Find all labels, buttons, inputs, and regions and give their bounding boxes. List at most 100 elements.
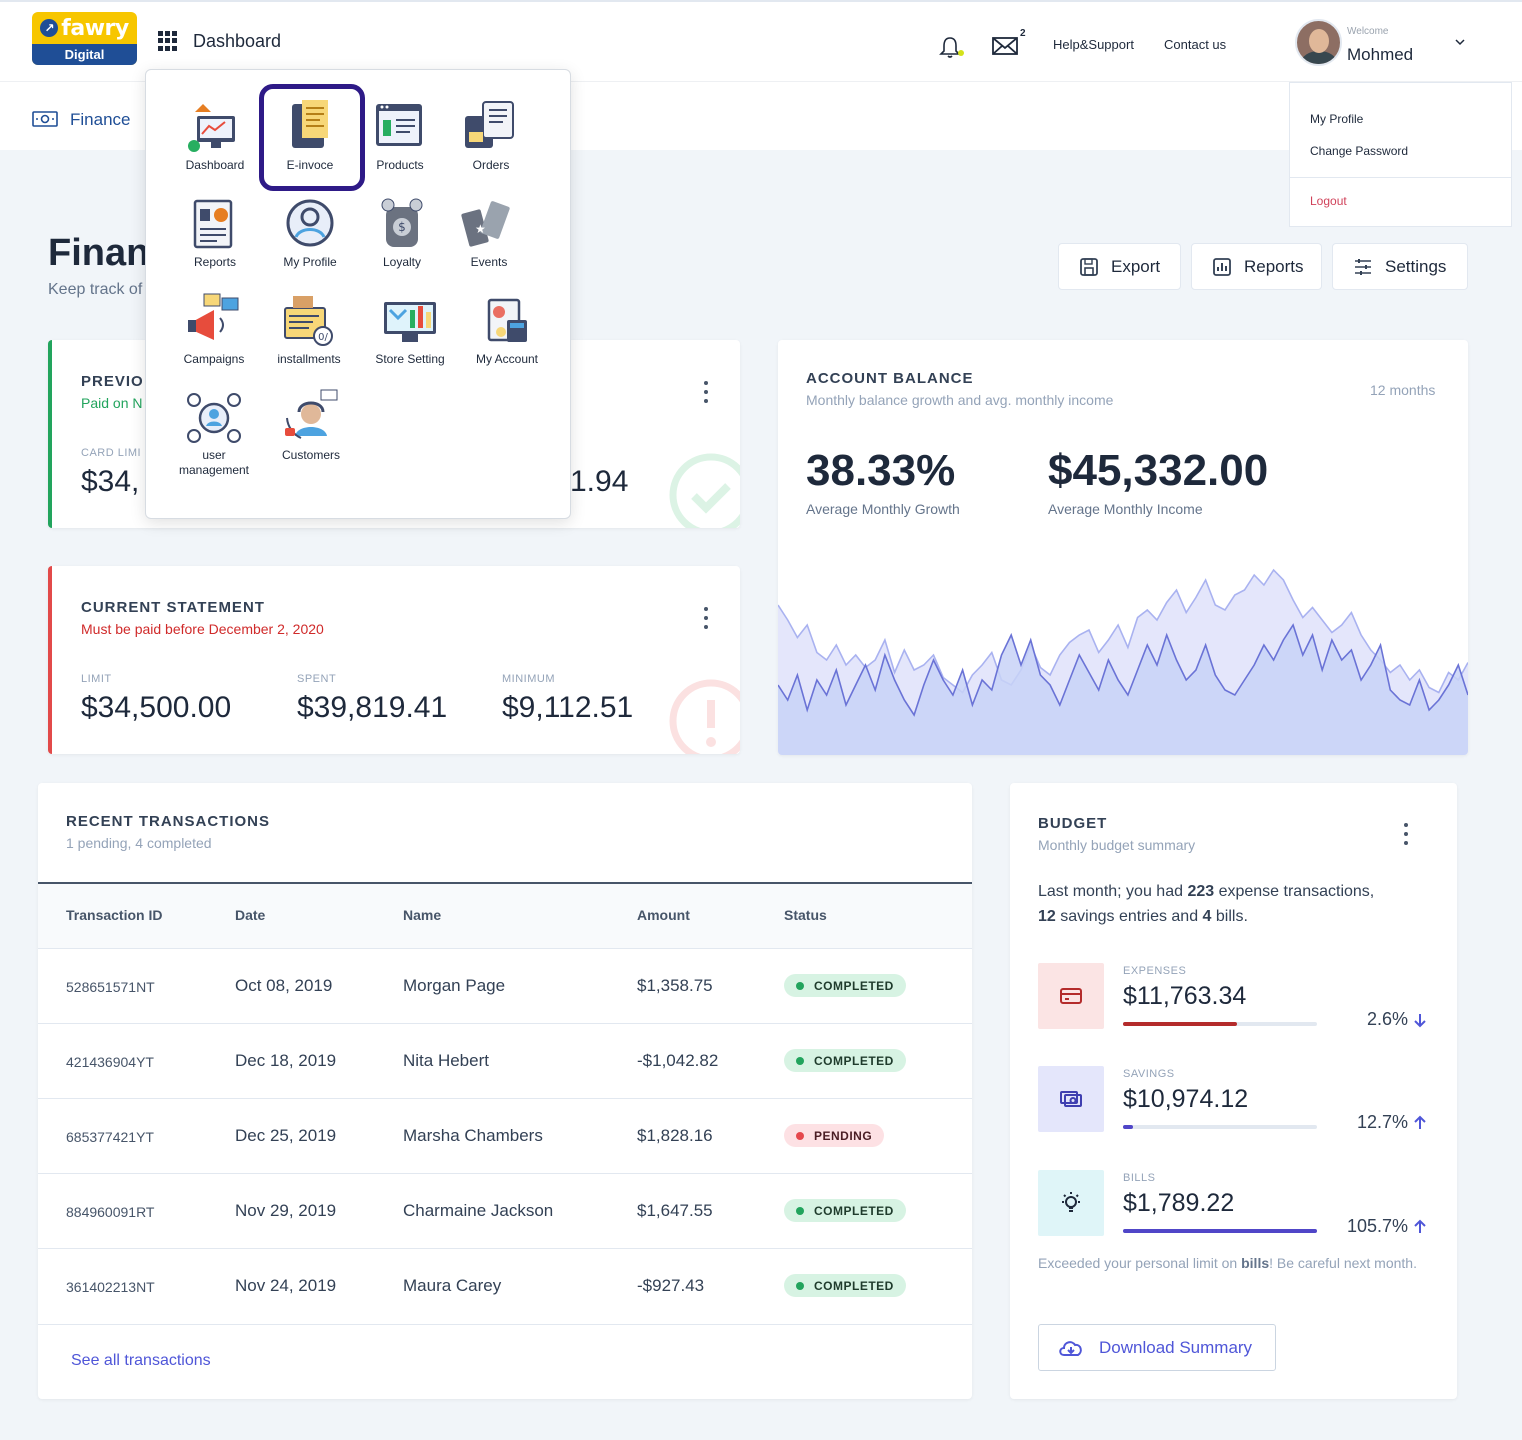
spent-label: SPENT [297,673,337,685]
cash-icon [1060,1091,1082,1107]
nav-title[interactable]: Dashboard [193,31,281,52]
events-icon: ★ [461,201,510,247]
card-title: BUDGET [1038,815,1108,832]
launcher-app-label: E-invoce [286,158,334,172]
launcher-app-installments[interactable]: 0/installments [261,292,357,366]
launcher-app-events[interactable]: ★ Events [441,195,537,269]
amount-cell: -$1,042.82 [637,1051,719,1070]
budget-progress-fill [1123,1229,1317,1233]
card-subtitle: Monthly budget summary [1038,837,1196,853]
fawry-logo[interactable]: ↗ fawry Digital [32,12,137,65]
budget-item-label: SAVINGS [1123,1068,1175,1080]
more-options-icon[interactable] [1403,823,1409,845]
help-support-link[interactable]: Help&Support [1053,37,1134,52]
col-status[interactable]: Status [784,907,827,923]
budget-summary-text: Last month; you had 223 expense transact… [1038,883,1375,925]
launcher-app-loyalty[interactable]: $ Loyalty [354,195,450,269]
card-title: PREVIO [81,373,144,390]
budget-item-label: EXPENSES [1123,965,1187,977]
launcher-app-orders[interactable]: Orders [443,98,539,172]
arrow-up-icon [1414,1115,1426,1129]
status-badge: COMPLETED [784,1049,906,1072]
launcher-app-products[interactable]: Products [352,98,448,172]
launcher-app-my-account[interactable]: My Account [459,292,555,366]
credit-card-icon [1060,988,1082,1004]
avatar[interactable] [1295,19,1342,66]
see-all-transactions-link[interactable]: See all transactions [71,1352,211,1370]
cloud-download-icon [1059,1340,1082,1356]
status-dot-icon [796,981,804,990]
menu-change-password[interactable]: Change Password [1310,144,1408,158]
more-options-icon[interactable] [703,607,709,629]
dashboard-icon [188,104,235,152]
col-amount[interactable]: Amount [637,907,690,923]
svg-text:0/: 0/ [318,332,328,343]
launcher-app-store-setting[interactable]: Store Setting [362,292,458,367]
amount-cell: $1,647.55 [637,1201,713,1220]
download-summary-button[interactable]: Download Summary [1038,1324,1276,1371]
card-title: RECENT TRANSACTIONS [66,813,271,830]
products-icon [376,104,422,146]
reports-button[interactable]: Reports [1191,243,1322,290]
budget-item-value: $11,763.34 [1123,982,1247,1010]
more-options-icon[interactable] [703,381,709,403]
e-invoice-icon [292,100,328,148]
card-limit-value: $34, [81,465,140,498]
status-badge: COMPLETED [784,1199,906,1222]
launcher-app-label: My Profile [283,255,337,269]
menu-logout[interactable]: Logout [1310,194,1347,208]
income-label: Average Monthly Income [1048,501,1203,517]
col-transaction-id[interactable]: Transaction ID [66,907,162,923]
transaction-id-cell: 884960091RT [66,1204,155,1220]
fawry-mark-icon: ↗ [40,19,59,37]
launcher-app-my-profile[interactable]: My Profile [262,195,358,269]
chevron-down-icon[interactable] [1454,36,1466,48]
launcher-app-e-invoce[interactable]: E-invoce [262,98,358,172]
launcher-app-campaigns[interactable]: Campaigns [166,292,262,366]
launcher-app-label: Products [376,158,424,172]
arrow-up-icon [1414,1219,1426,1233]
col-date[interactable]: Date [235,907,265,923]
launcher-app-label: installments [277,352,341,366]
store-setting-icon [384,302,436,342]
launcher-app-label: Store Setting [375,352,445,366]
user-name[interactable]: Mohmed [1347,45,1413,65]
apps-grid-icon[interactable] [158,31,178,51]
income-value: $45,332.00 [1048,446,1269,495]
menu-my-profile[interactable]: My Profile [1310,112,1363,126]
launcher-app-user-management[interactable]: user management [166,388,262,478]
mail-icon[interactable] [991,36,1019,56]
export-button[interactable]: Export [1058,243,1181,290]
transaction-id-cell: 685377421YT [66,1129,154,1145]
installments-icon: 0/ [284,296,333,346]
budget-item-change: 12.7% [1356,1112,1408,1132]
date-cell: Dec 25, 2019 [235,1126,337,1145]
transaction-id-cell: 528651571NT [66,979,155,995]
user-management-icon [187,393,241,443]
status-badge: COMPLETED [784,974,906,997]
growth-value: 38.33% [806,446,956,495]
date-cell: Oct 08, 2019 [235,976,333,995]
notification-bell-icon[interactable] [938,34,964,60]
col-name[interactable]: Name [403,907,441,923]
date-cell: Nov 29, 2019 [235,1201,337,1220]
budget-item-change: 105.7% [1346,1216,1408,1236]
launcher-app-dashboard[interactable]: Dashboard [167,98,263,172]
profile-icon [286,199,334,247]
status-badge: PENDING [784,1124,885,1147]
mail-count-badge: 2 [1020,28,1026,39]
settings-button[interactable]: Settings [1332,243,1468,290]
svg-text:$: $ [398,220,406,234]
launcher-app-label: Reports [193,255,237,269]
launcher-app-customers[interactable]: Customers [263,388,359,462]
breadcrumb-finance[interactable]: Finance [70,110,130,130]
minimum-value: $9,112.51 [502,691,634,724]
budget-progress-fill [1123,1022,1237,1026]
account-icon [487,298,527,342]
launcher-app-reports[interactable]: Reports [167,195,263,269]
status-dot-icon [796,1131,804,1140]
launcher-app-label: Loyalty [382,255,422,269]
range-label[interactable]: 12 months [1370,382,1435,398]
contact-us-link[interactable]: Contact us [1164,37,1226,52]
budget-progress-bar [1123,1022,1317,1026]
